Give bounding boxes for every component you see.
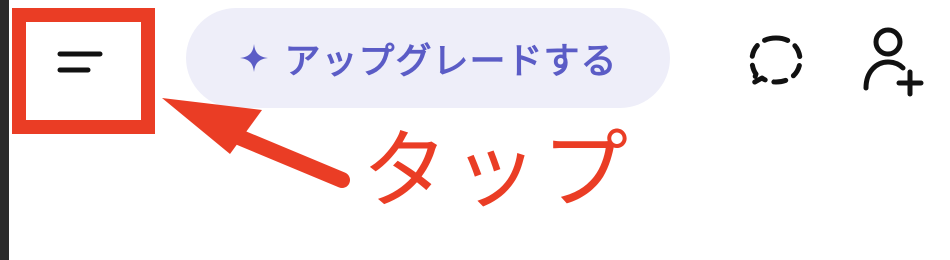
add-user-icon [863, 27, 924, 97]
sparkle-icon [240, 44, 269, 72]
screen: アップグレードする タップ [0, 0, 950, 260]
upgrade-button[interactable]: アップグレードする [186, 8, 670, 108]
add-user-button[interactable] [850, 22, 934, 98]
dashed-chat-bubble-icon [749, 35, 803, 86]
tap-annotation-label: タップ [362, 121, 632, 221]
upgrade-button-label: アップグレードする [284, 41, 618, 82]
temporary-chat-button[interactable] [742, 28, 810, 96]
window-edge [0, 0, 9, 260]
menu-button[interactable] [28, 20, 146, 130]
menu-lines-icon [57, 51, 103, 73]
